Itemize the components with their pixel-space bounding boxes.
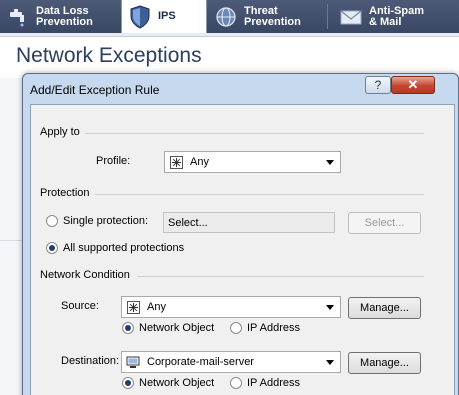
destination-ip-address-label: IP Address	[247, 377, 300, 389]
destination-manage-button[interactable]: Manage...	[348, 352, 421, 374]
close-icon: ✕	[407, 77, 419, 92]
radio-off-icon	[46, 215, 58, 227]
apply-to-separator	[85, 133, 424, 134]
destination-network-object-label: Network Object	[139, 377, 215, 389]
radio-on-icon	[46, 242, 58, 254]
destination-label: Destination:	[61, 355, 120, 367]
tab-anti-spam-mail[interactable]: Anti-Spam & Mail	[333, 0, 459, 33]
destination-ip-address-radio[interactable]: IP Address	[230, 377, 300, 389]
envelope-icon	[339, 5, 363, 29]
source-network-object-label: Network Object	[139, 322, 215, 334]
protection-heading: Protection	[40, 187, 90, 199]
profile-label: Profile:	[96, 155, 131, 167]
any-object-icon	[126, 300, 140, 314]
tab-label-line2: Prevention	[36, 15, 93, 28]
tab-data-loss-prevention[interactable]: Data Loss Prevention	[0, 0, 121, 33]
any-object-icon	[169, 155, 183, 169]
dialog-title: Add/Edit Exception Rule	[30, 83, 160, 97]
help-button[interactable]: ?	[365, 76, 391, 94]
radio-on-icon	[122, 377, 134, 389]
radio-on-icon	[122, 322, 134, 334]
protection-separator	[95, 194, 424, 195]
tab-label-line2: & Mail	[369, 15, 402, 28]
top-tab-bar: Data Loss Prevention IPS Threat Preventi…	[0, 0, 459, 33]
radio-off-icon	[230, 377, 242, 389]
exception-rule-dialog: Add/Edit Exception Rule ? ✕ Apply to Pro…	[22, 73, 459, 395]
source-manage-button[interactable]: Manage...	[348, 297, 421, 319]
network-condition-separator	[137, 276, 424, 277]
all-protections-label: All supported protections	[63, 242, 185, 254]
destination-network-object-radio[interactable]: Network Object	[122, 377, 214, 389]
radio-off-icon	[230, 322, 242, 334]
destination-dropdown[interactable]: Corporate-mail-server	[121, 351, 341, 373]
tab-ips[interactable]: IPS	[121, 0, 207, 33]
source-value: Any	[147, 301, 166, 313]
select-protection-button[interactable]: Select...	[348, 212, 421, 234]
chevron-down-icon	[326, 360, 334, 365]
page-left-panel	[0, 78, 22, 395]
chevron-down-icon	[326, 305, 334, 310]
destination-value: Corporate-mail-server	[147, 356, 254, 368]
computer-icon	[126, 355, 140, 369]
dialog-body: Apply to Profile: Any Protection Single …	[30, 104, 455, 395]
tab-threat-prevention[interactable]: Threat Prevention	[208, 0, 326, 33]
source-label: Source:	[61, 300, 99, 312]
page-divider	[0, 240, 22, 241]
single-protection-radio[interactable]: Single protection:	[46, 215, 148, 227]
profile-value: Any	[190, 156, 209, 168]
profile-dropdown[interactable]: Any	[164, 151, 341, 173]
tab-label-line2: Prevention	[244, 15, 301, 28]
single-protection-label: Single protection:	[63, 215, 148, 227]
source-ip-address-label: IP Address	[247, 322, 300, 334]
shield-icon	[128, 4, 152, 29]
close-button[interactable]: ✕	[391, 76, 435, 94]
faucet-icon	[6, 5, 30, 29]
tab-divider	[327, 4, 328, 29]
apply-to-heading: Apply to	[40, 126, 80, 138]
globe-icon	[214, 5, 238, 29]
tab-label-line1: IPS	[158, 10, 176, 22]
tab-underline	[0, 33, 459, 37]
source-ip-address-radio[interactable]: IP Address	[230, 322, 300, 334]
single-protection-field[interactable]: Select...	[163, 212, 335, 233]
page-title: Network Exceptions	[16, 44, 202, 67]
chevron-down-icon	[326, 160, 334, 165]
source-dropdown[interactable]: Any	[121, 296, 341, 318]
all-protections-radio[interactable]: All supported protections	[46, 242, 184, 254]
source-network-object-radio[interactable]: Network Object	[122, 322, 214, 334]
network-condition-heading: Network Condition	[40, 269, 130, 281]
